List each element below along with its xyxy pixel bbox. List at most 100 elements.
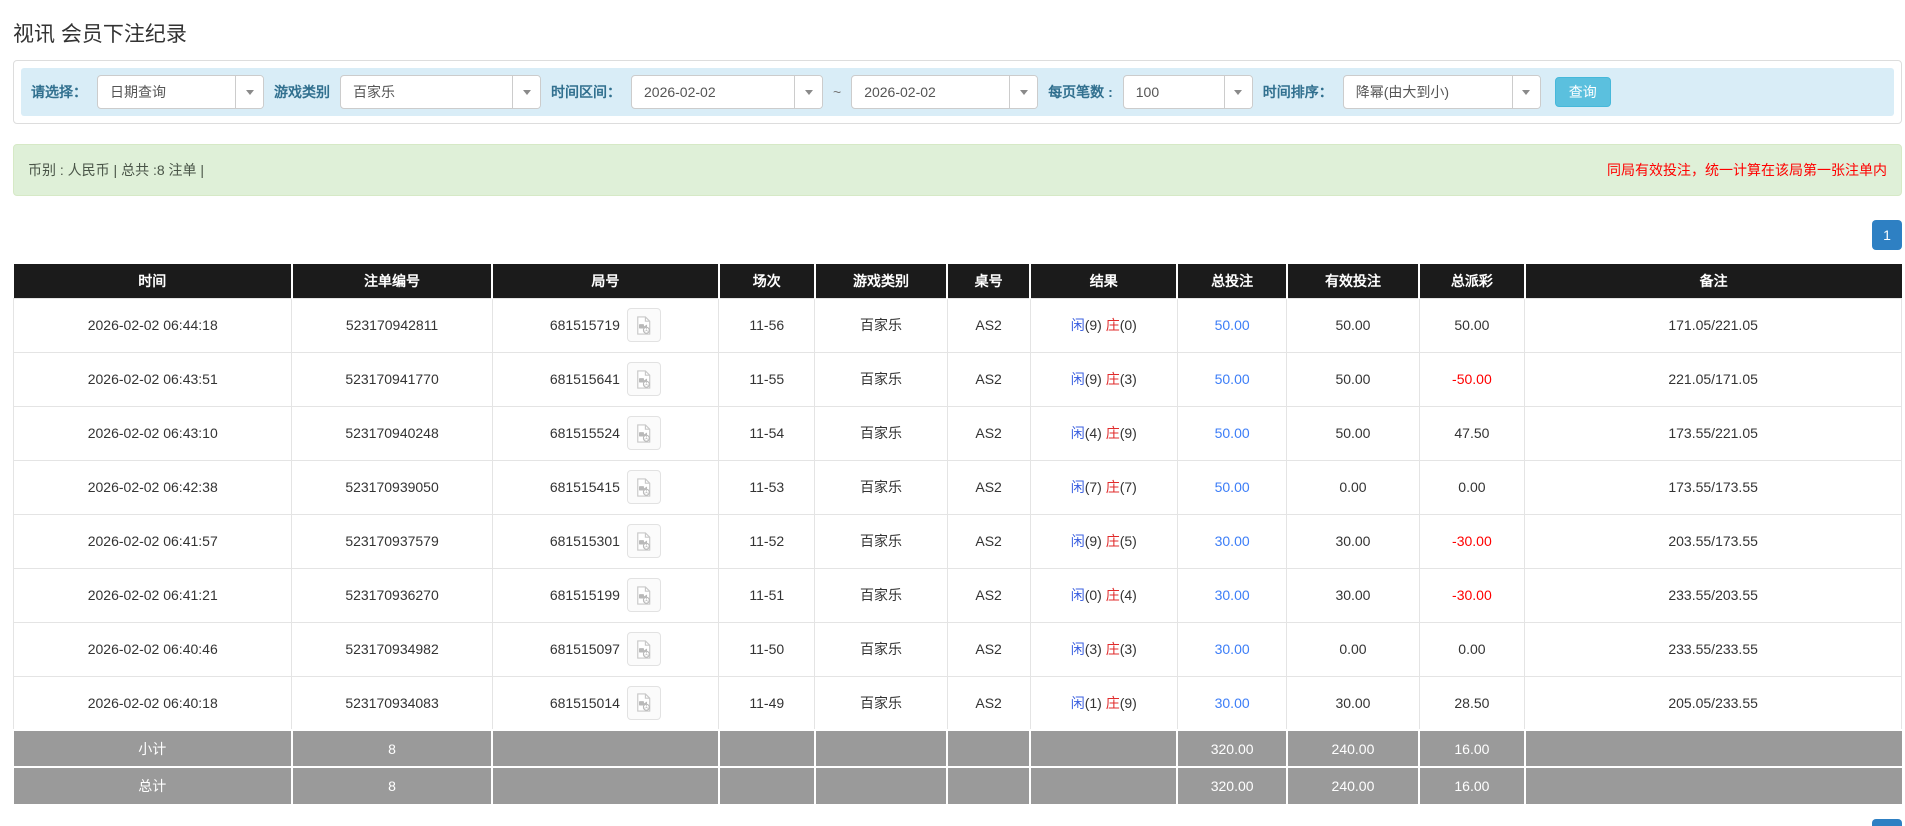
bet-time: 2026-02-02 06:40:46 xyxy=(12,621,293,677)
bet-id: 523170939050 xyxy=(291,459,493,515)
banker-label: 庄 xyxy=(1105,587,1120,603)
video-replay-button[interactable] xyxy=(626,524,661,558)
round-cell: 681515097 xyxy=(491,621,720,677)
banker-label: 庄 xyxy=(1105,641,1120,657)
banker-label: 庄 xyxy=(1105,317,1120,333)
table-row: 2026-02-02 06:43:10 523170940248 6815155… xyxy=(12,405,1902,461)
player-score: (9) xyxy=(1084,371,1102,387)
total-bet-link[interactable]: 50.00 xyxy=(1176,297,1288,353)
page-size-value: 100 xyxy=(1135,84,1160,100)
round-id: 681515199 xyxy=(549,587,620,603)
video-replay-button[interactable] xyxy=(626,416,661,450)
empty-cell xyxy=(492,729,720,767)
payout: 50.00 xyxy=(1418,297,1526,353)
payout: 0.00 xyxy=(1418,621,1526,677)
game-type: 百家乐 xyxy=(814,675,948,731)
banker-score: (3) xyxy=(1119,371,1137,387)
query-button[interactable]: 查询 xyxy=(1554,77,1611,107)
currency-total-text: 币别 : 人民币 | 总共 :8 注单 | xyxy=(28,162,205,178)
caret-down-icon[interactable] xyxy=(512,76,540,108)
col-time: 时间 xyxy=(13,264,293,298)
date-from-select[interactable]: 2026-02-02 xyxy=(631,75,823,109)
video-replay-button[interactable] xyxy=(626,362,661,396)
total-bet-link[interactable]: 30.00 xyxy=(1176,567,1288,623)
empty-cell xyxy=(1524,729,1902,767)
player-label: 闲 xyxy=(1070,587,1085,603)
remark: 205.05/233.55 xyxy=(1524,675,1902,731)
bet-time: 2026-02-02 06:41:57 xyxy=(12,513,293,569)
query-type-select[interactable]: 日期查询 xyxy=(97,75,264,109)
game-type: 百家乐 xyxy=(814,405,948,461)
total-bet-link[interactable]: 50.00 xyxy=(1176,351,1288,407)
video-file-icon xyxy=(637,639,651,659)
result-cell: 闲(1) 庄(9) xyxy=(1029,675,1178,731)
caret-down-icon[interactable] xyxy=(1223,76,1252,108)
bet-id: 523170937579 xyxy=(291,513,493,569)
table-row: 2026-02-02 06:42:38 523170939050 6815154… xyxy=(12,459,1902,515)
bet-id: 523170942811 xyxy=(291,297,493,353)
caret-down-icon[interactable] xyxy=(1511,76,1540,108)
round-id: 681515097 xyxy=(549,641,620,657)
pagination-page-1-bottom[interactable] xyxy=(1872,819,1902,826)
valid-bet-note-text: 同局有效投注，统一计算在该局第一张注单内 xyxy=(1607,162,1887,178)
banker-score: (9) xyxy=(1119,425,1137,441)
empty-cell xyxy=(1030,766,1179,804)
result-cell: 闲(9) 庄(3) xyxy=(1029,351,1178,407)
video-replay-button[interactable] xyxy=(626,685,661,720)
date-to-select[interactable]: 2026-02-02 xyxy=(851,75,1039,109)
video-replay-button[interactable] xyxy=(626,632,661,666)
sort-order-label: 时间排序： xyxy=(1262,84,1333,100)
caret-down-icon[interactable] xyxy=(794,76,822,108)
total-bet-link[interactable]: 50.00 xyxy=(1176,405,1288,461)
banker-label: 庄 xyxy=(1105,479,1120,495)
empty-cell xyxy=(718,766,816,804)
payout: 0.00 xyxy=(1418,459,1526,515)
filter-bar: 请选择： 日期查询 游戏类别 百家乐 时间区间： 2026-02-02 ~ 20… xyxy=(21,68,1894,116)
valid-bet: 50.00 xyxy=(1286,405,1420,461)
player-label: 闲 xyxy=(1070,641,1085,657)
caret-down-icon[interactable] xyxy=(235,76,263,108)
table-number: AS2 xyxy=(946,675,1031,731)
table-row: 2026-02-02 06:41:57 523170937579 6815153… xyxy=(12,513,1902,569)
round-id: 681515641 xyxy=(549,371,620,387)
sort-order-select[interactable]: 降幂(由大到小) xyxy=(1342,75,1541,109)
player-label: 闲 xyxy=(1070,479,1085,495)
remark: 221.05/171.05 xyxy=(1524,351,1902,407)
total-bet-link[interactable]: 30.00 xyxy=(1176,513,1288,569)
empty-cell xyxy=(947,766,1032,804)
video-replay-button[interactable] xyxy=(626,308,661,342)
pagination-page-1[interactable]: 1 xyxy=(1872,220,1902,250)
valid-bet: 50.00 xyxy=(1286,297,1420,353)
bet-time: 2026-02-02 06:43:51 xyxy=(12,351,293,407)
round-cell: 681515719 xyxy=(491,297,720,353)
betting-records-table: 时间 注单编号 局号 场次 游戏类别 桌号 结果 总投注 有效投注 总派彩 备注… xyxy=(12,264,1902,804)
page-size-select[interactable]: 100 xyxy=(1122,75,1253,109)
bet-id: 523170941770 xyxy=(291,351,493,407)
banker-score: (7) xyxy=(1119,479,1137,495)
video-replay-button[interactable] xyxy=(626,578,661,612)
video-replay-button[interactable] xyxy=(626,470,661,504)
game-type-select[interactable]: 百家乐 xyxy=(340,75,541,109)
col-remark: 备注 xyxy=(1524,264,1902,298)
player-label: 闲 xyxy=(1070,425,1085,441)
bet-time: 2026-02-02 06:40:18 xyxy=(12,675,293,731)
round-cell: 681515199 xyxy=(491,567,720,623)
page-title: 视讯 会员下注纪录 xyxy=(13,23,187,46)
bet-id: 523170934083 xyxy=(291,675,493,731)
table-number: AS2 xyxy=(946,405,1031,461)
total-bet-link[interactable]: 50.00 xyxy=(1176,459,1288,515)
round-id: 681515301 xyxy=(549,533,620,549)
caret-down-icon[interactable] xyxy=(1009,76,1038,108)
col-result: 结果 xyxy=(1030,264,1179,298)
player-label: 闲 xyxy=(1070,533,1085,549)
table-row: 2026-02-02 06:40:46 523170934982 6815150… xyxy=(12,621,1902,677)
player-score: (9) xyxy=(1084,533,1102,549)
bet-id: 523170940248 xyxy=(291,405,493,461)
total-count: 8 xyxy=(291,766,494,804)
total-payout: 16.00 xyxy=(1419,766,1526,804)
round-cell: 681515415 xyxy=(491,459,720,515)
total-bet-link[interactable]: 30.00 xyxy=(1176,621,1288,677)
video-file-icon xyxy=(637,531,651,551)
col-game-type: 游戏类别 xyxy=(814,264,949,298)
total-bet-link[interactable]: 30.00 xyxy=(1176,675,1288,731)
